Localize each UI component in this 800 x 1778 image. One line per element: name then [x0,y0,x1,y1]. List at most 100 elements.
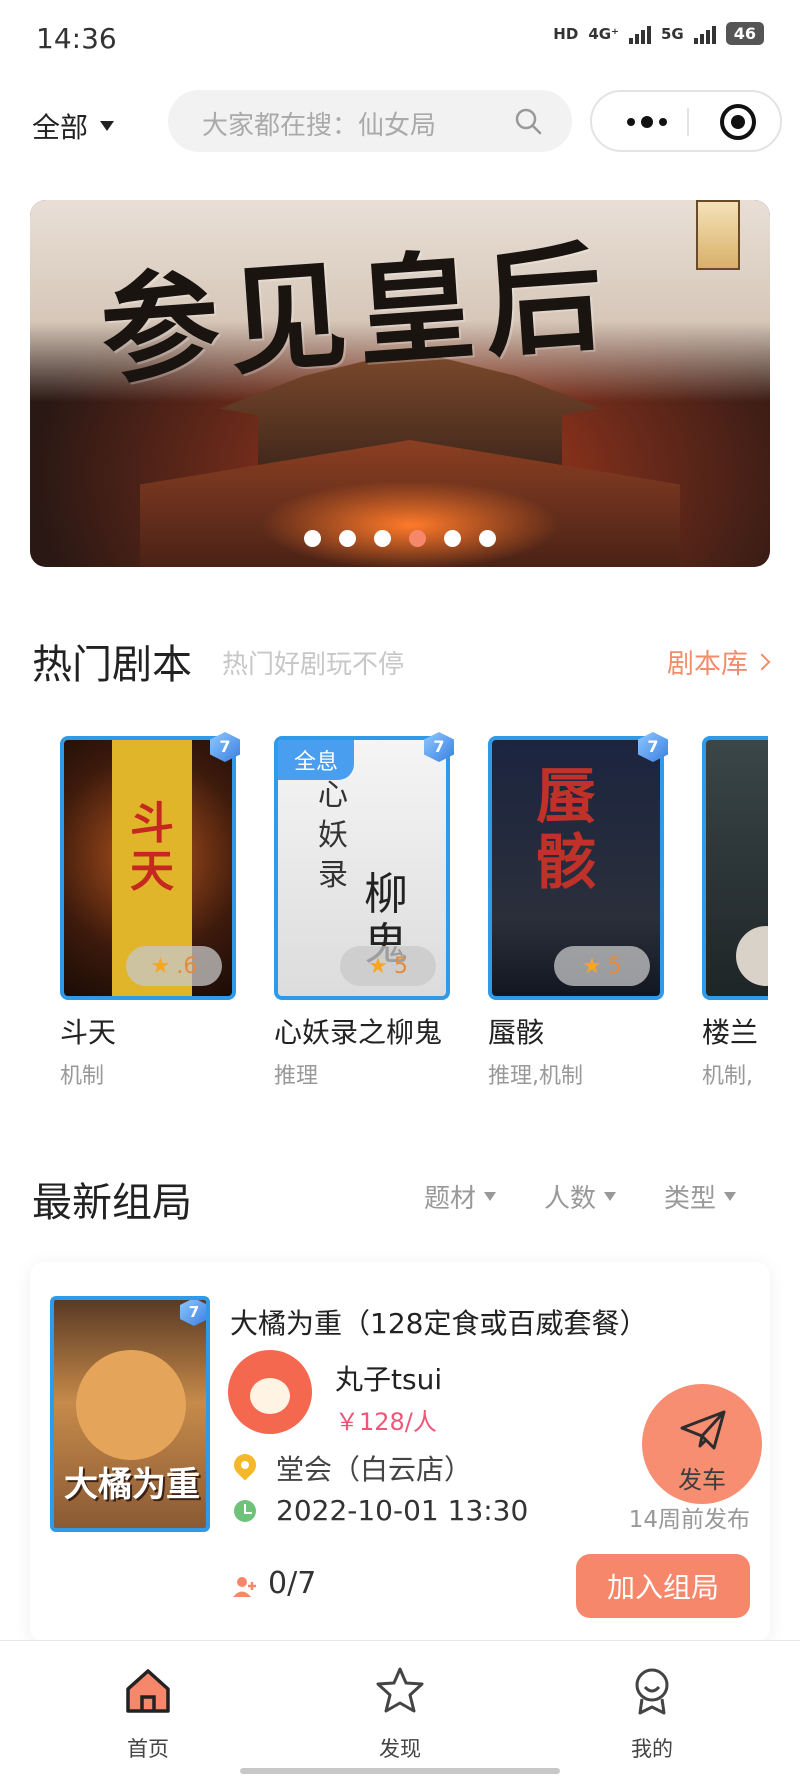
group-script-cover: 大橘为重 7 [50,1296,210,1532]
avatar[interactable] [228,1350,312,1434]
script-card[interactable]: 斗天 ★ .6 7 斗天 机制 [52,728,248,1089]
clock-icon [234,1500,256,1522]
mini-program-capsule [590,90,782,152]
search-icon [515,108,542,135]
user-add-icon [233,1577,256,1597]
section-title: 最新组局 [32,1180,192,1226]
script-library-link[interactable]: 剧本库 [667,642,771,681]
status-icons: HD 4G⁺ 5G 46 [553,22,764,45]
caret-down-icon [603,1192,616,1201]
price-per-person: ￥128/人 [335,1408,437,1436]
tab-label: 我的 [631,1737,673,1761]
script-name: 斗天 [60,1016,117,1049]
script-card[interactable]: 心妖录 柳鬼 全息 ★ 5 7 心妖录之柳鬼 推理 [266,728,462,1089]
network-4g-label: 4G⁺ [588,24,619,43]
hot-scripts-header: 热门剧本 热门好剧玩不停 剧本库 [32,632,771,692]
tab-label: 发现 [379,1737,421,1761]
cover-text: 大橘为重 [64,1465,200,1505]
home-icon [126,1669,170,1713]
script-genre: 推理,机制 [488,1064,583,1089]
filter-type[interactable]: 类型 [664,1178,736,1215]
close-target-icon[interactable] [720,104,756,140]
host-name: 丸子tsui [335,1363,443,1396]
rating-badge: ★ .6 [126,946,222,986]
create-group-fab[interactable]: 发车 [642,1384,762,1504]
chevron-right-icon [753,653,771,670]
filter-bar: 题材 人数 类型 [424,1178,736,1215]
rating-value: 5 [393,953,408,979]
search-placeholder: 大家都在搜：仙女局 [202,111,437,141]
search-input[interactable]: 大家都在搜：仙女局 [168,90,572,152]
script-genre: 机制 [60,1064,105,1089]
carousel-dot[interactable] [304,530,321,547]
script-library-label: 剧本库 [667,649,748,680]
carousel-indicators [30,530,770,547]
carousel-dot[interactable] [374,530,391,547]
status-bar: 14:36 HD 4G⁺ 5G 46 [0,0,800,78]
network-5g-label: 5G [660,24,684,43]
script-cover: 蜃骸 ★ 5 [488,736,664,1000]
section-title: 热门剧本 [32,642,192,688]
caret-down-icon [483,1192,496,1201]
carousel-dot[interactable] [339,530,356,547]
join-group-button[interactable]: 加入组局 [576,1554,750,1618]
home-indicator[interactable] [240,1768,560,1774]
star-icon: ★ [582,953,602,979]
star-icon: ★ [150,953,171,979]
cover-text: 斗天 [130,798,174,897]
cover-text: 心妖录 [318,778,348,893]
latest-groups-header: 最新组局 题材 人数 类型 [32,1170,768,1230]
lantern-decoration [696,200,740,270]
posted-time: 14周前发布 [628,1507,750,1533]
filter-players[interactable]: 人数 [544,1178,616,1215]
cat-illustration [76,1350,186,1460]
location-pin-icon [229,1449,261,1481]
script-name: 楼兰 [702,1016,759,1049]
banner-glow [260,480,560,567]
start-time: 2022-10-01 13:30 [276,1494,529,1527]
carousel-dot[interactable] [479,530,496,547]
holographic-tag: 全息 [278,740,355,780]
capsule-divider [687,108,689,136]
more-menu-button[interactable] [618,109,676,135]
caret-down-icon [100,121,115,131]
skull-image [736,926,768,986]
rating-value: 5 [607,953,622,979]
cover-text: 蜃骸 [536,762,596,898]
discover-star-icon [376,1667,424,1713]
filter-label: 人数 [543,1184,596,1214]
script-card[interactable]: 蜃骸 ★ 5 7 蜃骸 推理,机制 [480,728,676,1089]
section-subtitle: 热门好剧玩不停 [222,650,405,680]
tab-profile[interactable]: 我的 [572,1655,732,1765]
script-genre: 机制, [702,1064,753,1089]
banner-carousel[interactable]: 参见皇后 [30,200,770,567]
battery-icon: 46 [725,22,764,45]
rating-badge: ★ 5 [554,946,650,986]
group-title: 大橘为重（128定食或百威套餐） [230,1307,648,1340]
profile-icon [635,1668,669,1715]
rating-badge: ★ 5 [340,946,436,986]
signal-icon [628,24,651,44]
region-selector[interactable]: 全部 [32,106,115,146]
status-time: 14:36 [36,22,117,55]
avatar-face [250,1378,290,1414]
star-icon: ★ [368,953,388,979]
carousel-dot[interactable] [444,530,461,547]
script-cover: 心妖录 柳鬼 全息 ★ 5 [274,736,450,1000]
player-count: 0/7 [268,1566,317,1601]
script-cover: 斗天 ★ .6 [60,736,236,1000]
rating-value: .6 [176,953,198,979]
hot-scripts-carousel[interactable]: 斗天 ★ .6 7 斗天 机制 心妖录 柳鬼 全息 ★ 5 7 心妖录之柳鬼 推… [52,728,768,1098]
filter-theme[interactable]: 题材 [424,1178,496,1215]
tab-home[interactable]: 首页 [68,1655,228,1765]
caret-down-icon [724,1192,736,1201]
script-cover [702,736,768,1000]
store-location: 堂会（白云店） [276,1453,473,1486]
script-card[interactable]: 楼兰 机制, [694,728,768,1089]
carousel-dot[interactable] [409,530,426,547]
tab-discover[interactable]: 发现 [320,1655,480,1765]
paper-plane-icon [680,1410,726,1450]
top-bar: 全部 大家都在搜：仙女局 [0,88,800,156]
signal-icon [693,24,716,44]
filter-label: 类型 [663,1184,716,1214]
